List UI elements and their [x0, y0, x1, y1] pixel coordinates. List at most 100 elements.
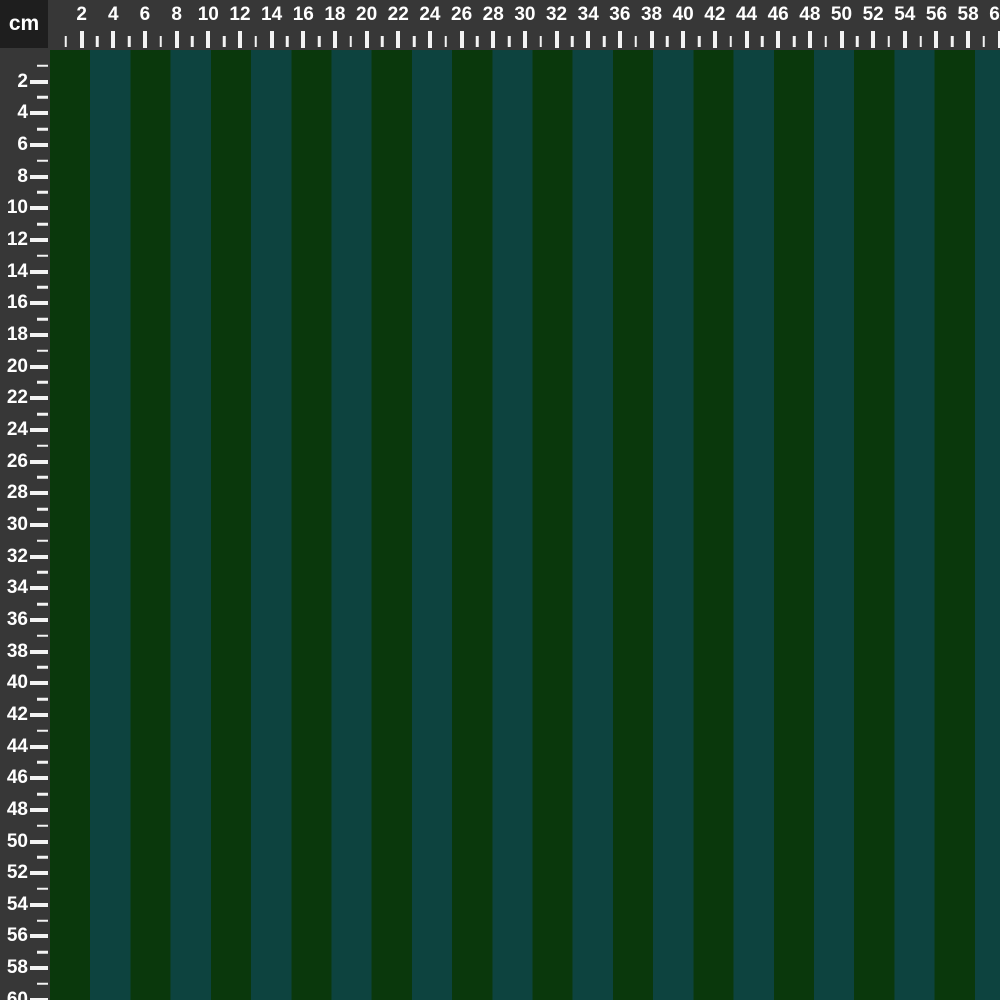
- ruler-label: 52: [863, 4, 884, 26]
- major-tick: [966, 31, 970, 48]
- major-tick: [555, 31, 559, 48]
- minor-tick: [729, 36, 732, 47]
- minor-tick: [286, 36, 289, 47]
- ruler-label: 32: [546, 4, 567, 26]
- ruler-label: 40: [7, 672, 28, 694]
- ruler-label: 56: [7, 925, 28, 947]
- major-tick: [903, 31, 907, 48]
- minor-tick: [37, 381, 48, 384]
- major-tick: [301, 31, 305, 48]
- ruler-label: 38: [641, 4, 662, 26]
- ruler-label: 20: [356, 4, 377, 26]
- ruler-label: 4: [17, 102, 28, 124]
- ruler-label: 60: [7, 989, 28, 1000]
- ruler-label: 8: [17, 166, 28, 188]
- major-tick: [111, 31, 115, 48]
- ruler-label: 46: [7, 767, 28, 789]
- ruler-label: 50: [7, 831, 28, 853]
- major-tick: [30, 840, 48, 844]
- ruler-label: 12: [7, 229, 28, 251]
- major-tick: [840, 31, 844, 48]
- minor-tick: [128, 36, 131, 47]
- ruler-unit-corner: cm: [0, 0, 48, 48]
- minor-tick: [160, 36, 163, 47]
- ruler-label: 48: [799, 4, 820, 26]
- major-tick: [30, 745, 48, 749]
- minor-tick: [539, 36, 542, 47]
- major-tick: [745, 31, 749, 48]
- minor-tick: [37, 919, 48, 922]
- minor-tick: [37, 761, 48, 764]
- ruler-label: 14: [7, 261, 28, 283]
- ruler-label: 4: [108, 4, 119, 26]
- ruler-label: 36: [609, 4, 630, 26]
- minor-tick: [37, 698, 48, 701]
- major-tick: [586, 31, 590, 48]
- ruler-label: 6: [140, 4, 151, 26]
- ruler-label: 42: [704, 4, 725, 26]
- major-tick: [396, 31, 400, 48]
- ruler-label: 40: [673, 4, 694, 26]
- minor-tick: [445, 36, 448, 47]
- major-tick: [650, 31, 654, 48]
- ruler-label: 58: [958, 4, 979, 26]
- ruler-label: 54: [7, 894, 28, 916]
- minor-tick: [65, 36, 68, 47]
- ruler-horizontal: 2468101214161820222426283032343638404244…: [50, 0, 1000, 50]
- minor-tick: [37, 413, 48, 416]
- ruler-label: 16: [7, 292, 28, 314]
- ruler-label: 46: [768, 4, 789, 26]
- ruler-label: 24: [419, 4, 440, 26]
- ruler-label: 36: [7, 609, 28, 631]
- major-tick: [30, 871, 48, 875]
- major-tick: [238, 31, 242, 48]
- ruler-label: 54: [894, 4, 915, 26]
- minor-tick: [37, 666, 48, 669]
- minor-tick: [761, 36, 764, 47]
- ruler-label: 22: [388, 4, 409, 26]
- minor-tick: [37, 508, 48, 511]
- major-tick: [30, 776, 48, 780]
- minor-tick: [350, 36, 353, 47]
- fabric-pattern-viewer: 2468101214161820222426283032343638404244…: [0, 0, 1000, 1000]
- major-tick: [934, 31, 938, 48]
- major-tick: [30, 460, 48, 464]
- major-tick: [30, 333, 48, 337]
- major-tick: [491, 31, 495, 48]
- minor-tick: [508, 36, 511, 47]
- minor-tick: [37, 318, 48, 321]
- major-tick: [30, 903, 48, 907]
- ruler-label: 2: [17, 71, 28, 93]
- ruler-label: 44: [7, 736, 28, 758]
- minor-tick: [37, 445, 48, 448]
- minor-tick: [856, 36, 859, 47]
- major-tick: [30, 206, 48, 210]
- major-tick: [80, 31, 84, 48]
- major-tick: [270, 31, 274, 48]
- minor-tick: [37, 255, 48, 258]
- ruler-label: 60: [989, 4, 1000, 26]
- major-tick: [460, 31, 464, 48]
- major-tick: [808, 31, 812, 48]
- major-tick: [30, 270, 48, 274]
- major-tick: [365, 31, 369, 48]
- minor-tick: [37, 983, 48, 986]
- ruler-label: 24: [7, 419, 28, 441]
- ruler-label: 34: [7, 577, 28, 599]
- major-tick: [523, 31, 527, 48]
- major-tick: [30, 301, 48, 305]
- minor-tick: [96, 36, 99, 47]
- ruler-label: 30: [514, 4, 535, 26]
- minor-tick: [824, 36, 827, 47]
- major-tick: [206, 31, 210, 48]
- minor-tick: [37, 856, 48, 859]
- major-tick: [30, 808, 48, 812]
- minor-tick: [793, 36, 796, 47]
- ruler-label: 32: [7, 546, 28, 568]
- minor-tick: [919, 36, 922, 47]
- major-tick: [30, 175, 48, 179]
- major-tick: [30, 618, 48, 622]
- ruler-label: 26: [7, 451, 28, 473]
- fabric-swatch[interactable]: [50, 50, 1000, 1000]
- minor-tick: [37, 160, 48, 163]
